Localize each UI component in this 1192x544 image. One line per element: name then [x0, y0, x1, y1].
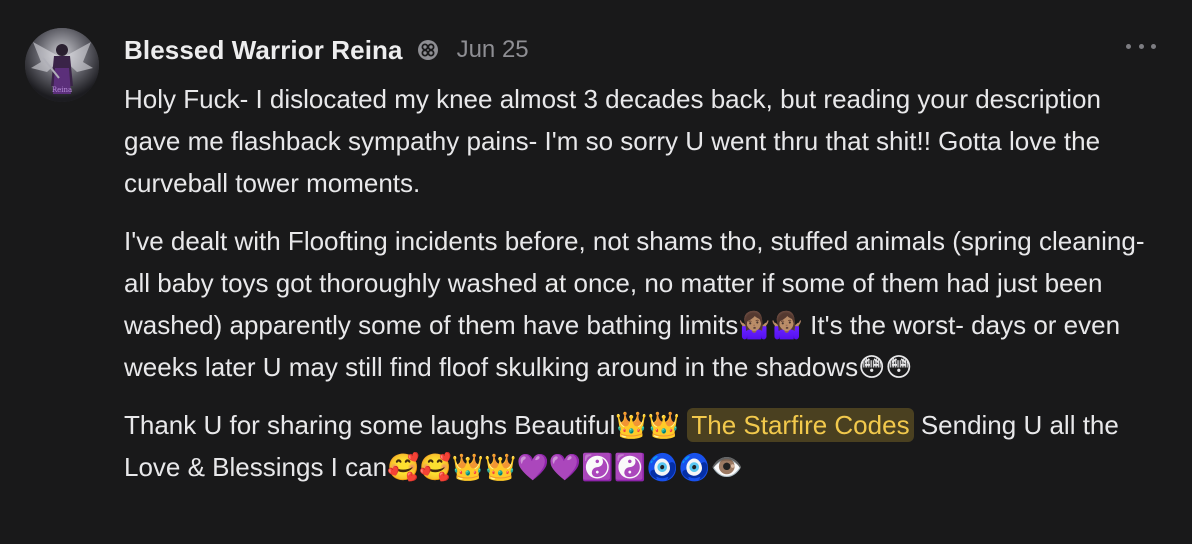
- mention-link[interactable]: The Starfire Codes: [687, 408, 914, 442]
- dot: [1138, 43, 1144, 49]
- dot: [1151, 43, 1156, 49]
- paragraph-3: Thank U for sharing some laughs Beautifu…: [124, 404, 1164, 488]
- paragraph-1: Holy Fuck- I dislocated my knee almost 3…: [124, 84, 1101, 198]
- dot: [1126, 43, 1131, 49]
- subscriber-badge-icon: [417, 39, 439, 61]
- avatar[interactable]: Reina: [25, 28, 99, 102]
- author-name[interactable]: Blessed Warrior Reina: [124, 35, 403, 66]
- more-horizontal-icon[interactable]: [1126, 36, 1156, 56]
- comment-body: Holy Fuck- I dislocated my knee almost 3…: [124, 78, 1164, 504]
- comment: Reina Blessed Warrior Reina Jun 25 Holy …: [0, 0, 1192, 544]
- comment-header: Blessed Warrior Reina Jun 25: [124, 30, 529, 70]
- comment-date[interactable]: Jun 25: [457, 36, 529, 64]
- paragraph-3-text-before: Thank U for sharing some laughs Beautifu…: [124, 410, 681, 440]
- paragraph-2: I've dealt with Floofting incidents befo…: [124, 226, 1145, 382]
- svg-text:Reina: Reina: [52, 86, 72, 94]
